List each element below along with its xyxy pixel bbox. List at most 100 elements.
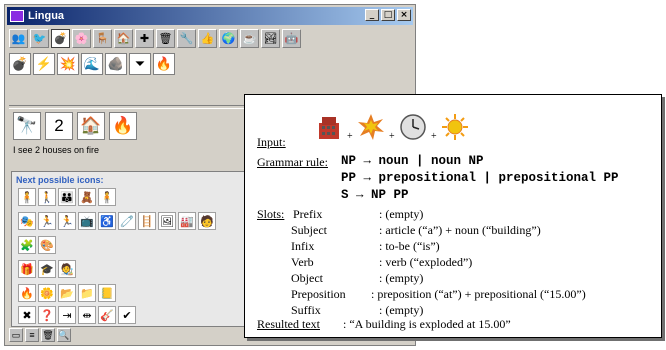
slot-value: : preposition (“at”) + prepositional (“1…: [371, 287, 586, 301]
next-icon[interactable]: 🎨: [38, 236, 56, 254]
next-icon[interactable]: ♿: [98, 212, 116, 230]
next-icon[interactable]: 🪜: [138, 212, 156, 230]
grammar-line: S → NP PP: [341, 188, 409, 202]
explosion-icon[interactable]: 💥: [57, 53, 79, 75]
grammar-explanation-panel: Input: + + + Grammar rule: NP → noun | n…: [244, 94, 662, 338]
fire-icon[interactable]: 🔥: [153, 53, 175, 75]
trash-icon[interactable]: 🗑: [41, 328, 55, 342]
next-icon[interactable]: 🧑: [198, 212, 216, 230]
bomb-icon[interactable]: 💣: [51, 29, 70, 48]
plus-sign: +: [389, 131, 395, 142]
next-icon-row: 🔥 🌼 📂 📁 📒: [18, 284, 116, 302]
slot-value: : (empty): [379, 271, 424, 285]
lightning-icon[interactable]: ⚡: [33, 53, 55, 75]
input-label: Input:: [257, 135, 286, 149]
robot-icon[interactable]: 🤖: [282, 29, 301, 48]
category-icon-row: 💣 ⚡ 💥 🌊 🪨 ⏷ 🔥: [9, 53, 175, 75]
binoculars-icon[interactable]: 🔭: [13, 112, 41, 140]
next-icon[interactable]: 📺: [78, 212, 96, 230]
next-icon[interactable]: 🧩: [18, 236, 36, 254]
next-icon[interactable]: 🎭: [18, 212, 36, 230]
grammar-line: NP → noun | noun NP: [341, 154, 484, 168]
next-icon[interactable]: ⇥: [58, 306, 76, 324]
bird-icon[interactable]: 🐦: [30, 29, 49, 48]
next-icon-row: 🧍 🚶 👪 🧸 🧍: [18, 188, 116, 206]
minimize-button[interactable]: _: [365, 9, 379, 21]
tools-icon[interactable]: 🔧: [177, 29, 196, 48]
building-icon: [319, 117, 339, 139]
window-title: Lingua: [28, 10, 65, 22]
people-icon[interactable]: 👥: [9, 29, 28, 48]
next-icon[interactable]: 🚶: [38, 188, 56, 206]
next-icon[interactable]: 👪: [58, 188, 76, 206]
next-icon[interactable]: 🧍: [98, 188, 116, 206]
slot-name: Prefix: [293, 207, 323, 221]
flower-icon[interactable]: 🌸: [72, 29, 91, 48]
next-icon[interactable]: 🎓: [38, 260, 56, 278]
title-bar[interactable]: Lingua _ □ ×: [7, 7, 413, 25]
next-icon[interactable]: 🧷: [118, 212, 136, 230]
next-icon[interactable]: ⇹: [78, 306, 96, 324]
chairs-icon[interactable]: 🪑: [93, 29, 112, 48]
next-icon[interactable]: 🏭: [178, 212, 196, 230]
grammar-rule-label: Grammar rule:: [257, 155, 328, 169]
plus-sign: +: [431, 131, 437, 142]
slot-name: Infix: [291, 239, 315, 253]
slot-value: : to-be (“is”): [379, 239, 440, 253]
medical-cross-icon[interactable]: ✚: [135, 29, 154, 48]
next-icon-row: ✖ ❓ ⇥ ⇹ 🎸 ✔: [18, 306, 136, 324]
next-icon[interactable]: 🎁: [18, 260, 36, 278]
next-icon[interactable]: 📂: [58, 284, 76, 302]
slot-value: : (empty): [379, 303, 424, 317]
plus-sign: +: [347, 131, 353, 142]
resulted-text-value: : “A building is exploded at 15.00”: [343, 317, 511, 331]
bomb-icon[interactable]: 💣: [9, 53, 31, 75]
slot-value: : article (“a”) + noun (“building”): [379, 223, 541, 237]
next-icon[interactable]: ❓: [38, 306, 56, 324]
fire-icon[interactable]: 🔥: [109, 112, 137, 140]
funnel-icon[interactable]: ⏷: [129, 53, 151, 75]
next-icon-row: 🎁 🎓 🧑‍🎨: [18, 260, 76, 278]
globe-icon[interactable]: 🌍: [219, 29, 238, 48]
next-icon[interactable]: ✔: [118, 306, 136, 324]
next-icon-row: 🧩 🎨: [18, 236, 56, 254]
next-icon[interactable]: 🔥: [18, 284, 36, 302]
slot-name: Object: [291, 271, 323, 285]
next-icon[interactable]: 🏃: [38, 212, 56, 230]
list-icon[interactable]: ≡: [25, 328, 39, 342]
slot-name: Verb: [291, 255, 314, 269]
wave-icon[interactable]: 🌊: [81, 53, 103, 75]
next-icon[interactable]: 🏃: [58, 212, 76, 230]
grammar-line: PP → prepositional | prepositional PP: [341, 171, 619, 185]
maximize-button[interactable]: □: [381, 9, 395, 21]
close-button[interactable]: ×: [397, 9, 411, 21]
landscape-icon[interactable]: 🏞: [261, 29, 280, 48]
next-icon[interactable]: 🧑‍🎨: [58, 260, 76, 278]
next-icon[interactable]: 🖼: [158, 212, 176, 230]
gesture-icon[interactable]: 👍: [198, 29, 217, 48]
trash-can-icon[interactable]: 🗑: [156, 29, 175, 48]
category-toolbar: 👥 🐦 💣 🌸 🪑 🏠 ✚ 🗑 🔧 👍 🌍 ☕ 🏞 🤖: [9, 29, 301, 48]
slot-name: Subject: [291, 223, 327, 237]
next-icon[interactable]: ✖: [18, 306, 36, 324]
next-icon[interactable]: 🧸: [78, 188, 96, 206]
slot-value: : verb (“exploded”): [379, 255, 473, 269]
house-icon[interactable]: 🏠: [114, 29, 133, 48]
search-icon[interactable]: 🔍: [57, 328, 71, 342]
house-icon[interactable]: 🏠: [77, 112, 105, 140]
sentence-icon-row: 🔭 2 🏠 🔥: [13, 112, 137, 140]
next-icon-row: 🎭 🏃 🏃 📺 ♿ 🧷 🪜 🖼 🏭 🧑: [18, 212, 216, 230]
sentence-text: I see 2 houses on fire: [13, 145, 100, 155]
next-icon[interactable]: 📁: [78, 284, 96, 302]
number-two-icon[interactable]: 2: [45, 112, 73, 140]
next-icon[interactable]: 📒: [98, 284, 116, 302]
resulted-text-label: Resulted text: [257, 317, 320, 331]
next-icon[interactable]: 🧍: [18, 188, 36, 206]
slot-name: Preposition: [291, 287, 346, 301]
next-icon[interactable]: 🌼: [38, 284, 56, 302]
cup-icon[interactable]: ☕: [240, 29, 259, 48]
new-page-icon[interactable]: ▭: [9, 328, 23, 342]
next-icon[interactable]: 🎸: [98, 306, 116, 324]
rock-icon[interactable]: 🪨: [105, 53, 127, 75]
slots-label: Slots:: [257, 207, 285, 221]
